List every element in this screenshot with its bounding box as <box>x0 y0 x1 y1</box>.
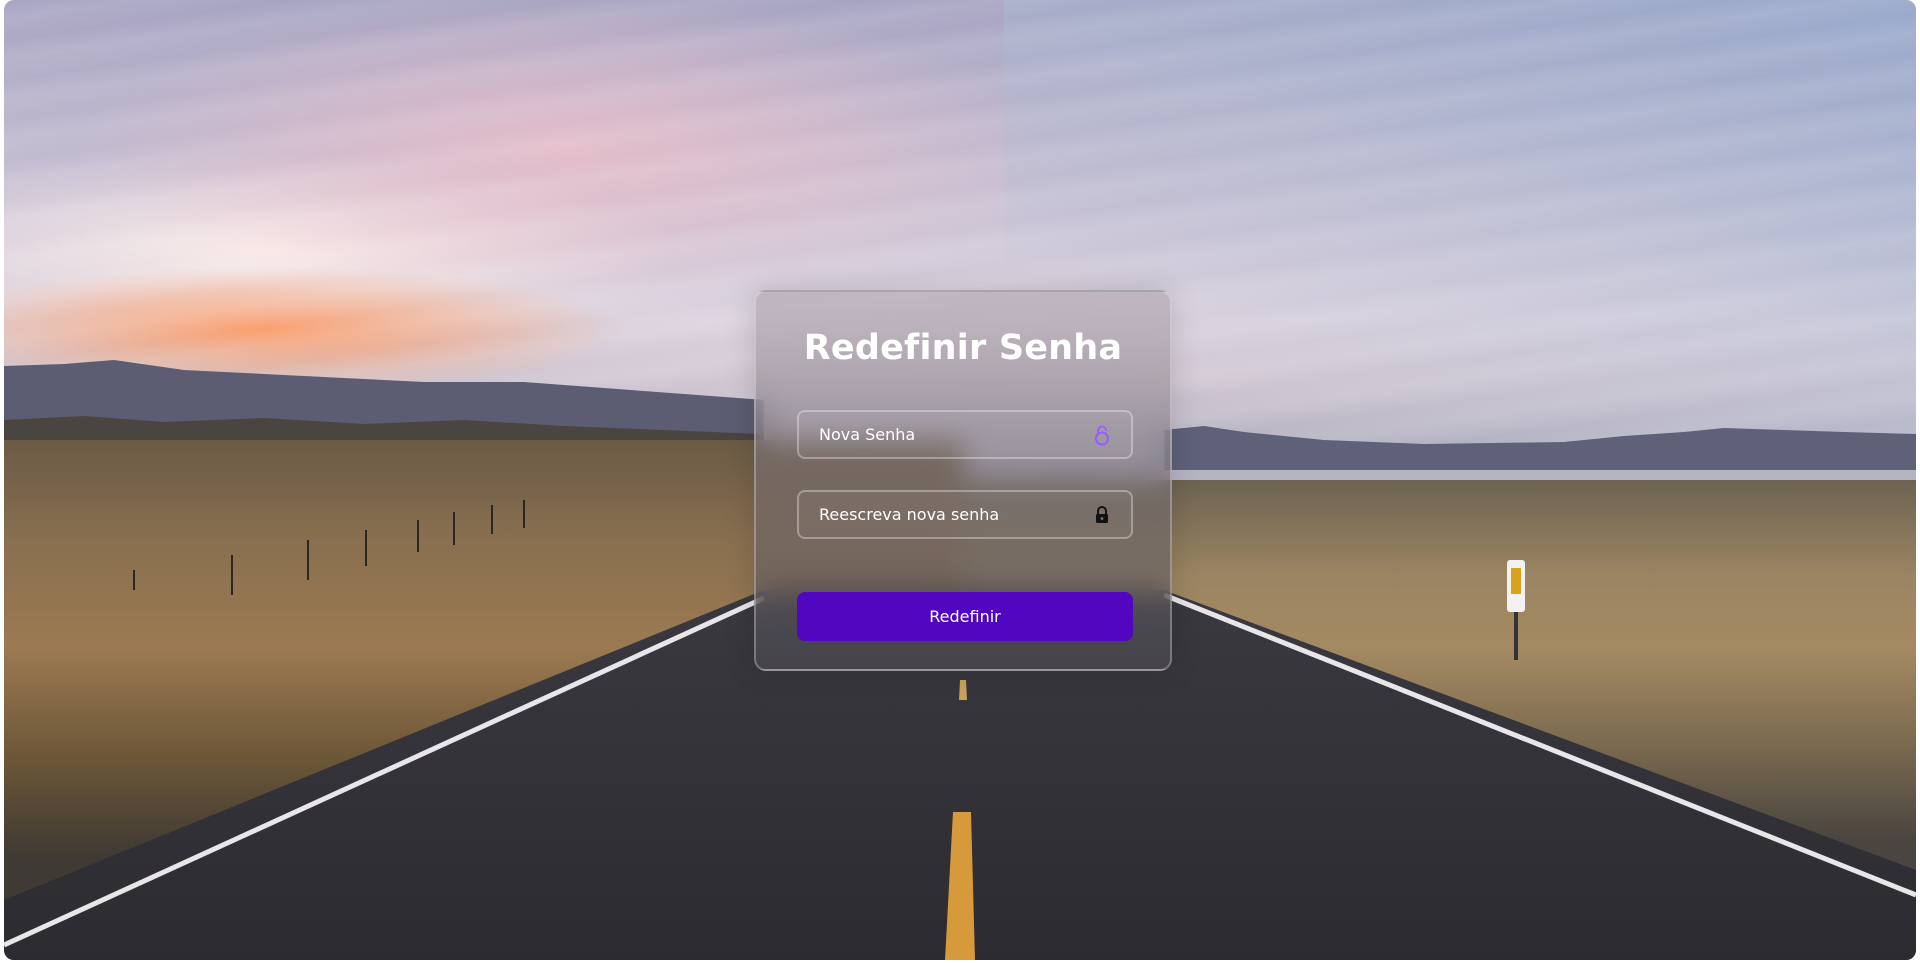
lock-icon <box>1093 504 1111 526</box>
new-password-field[interactable] <box>797 410 1133 459</box>
lock-open-icon <box>1093 424 1111 446</box>
new-password-input[interactable] <box>799 412 1131 457</box>
reset-password-card: Redefinir Senha Redefinir <box>754 290 1172 671</box>
confirm-password-field[interactable] <box>797 490 1133 539</box>
reset-button[interactable]: Redefinir <box>797 592 1133 641</box>
page-viewport: Redefinir Senha Redefinir <box>4 0 1916 960</box>
form-title: Redefinir Senha <box>803 328 1123 368</box>
confirm-password-input[interactable] <box>799 492 1131 537</box>
